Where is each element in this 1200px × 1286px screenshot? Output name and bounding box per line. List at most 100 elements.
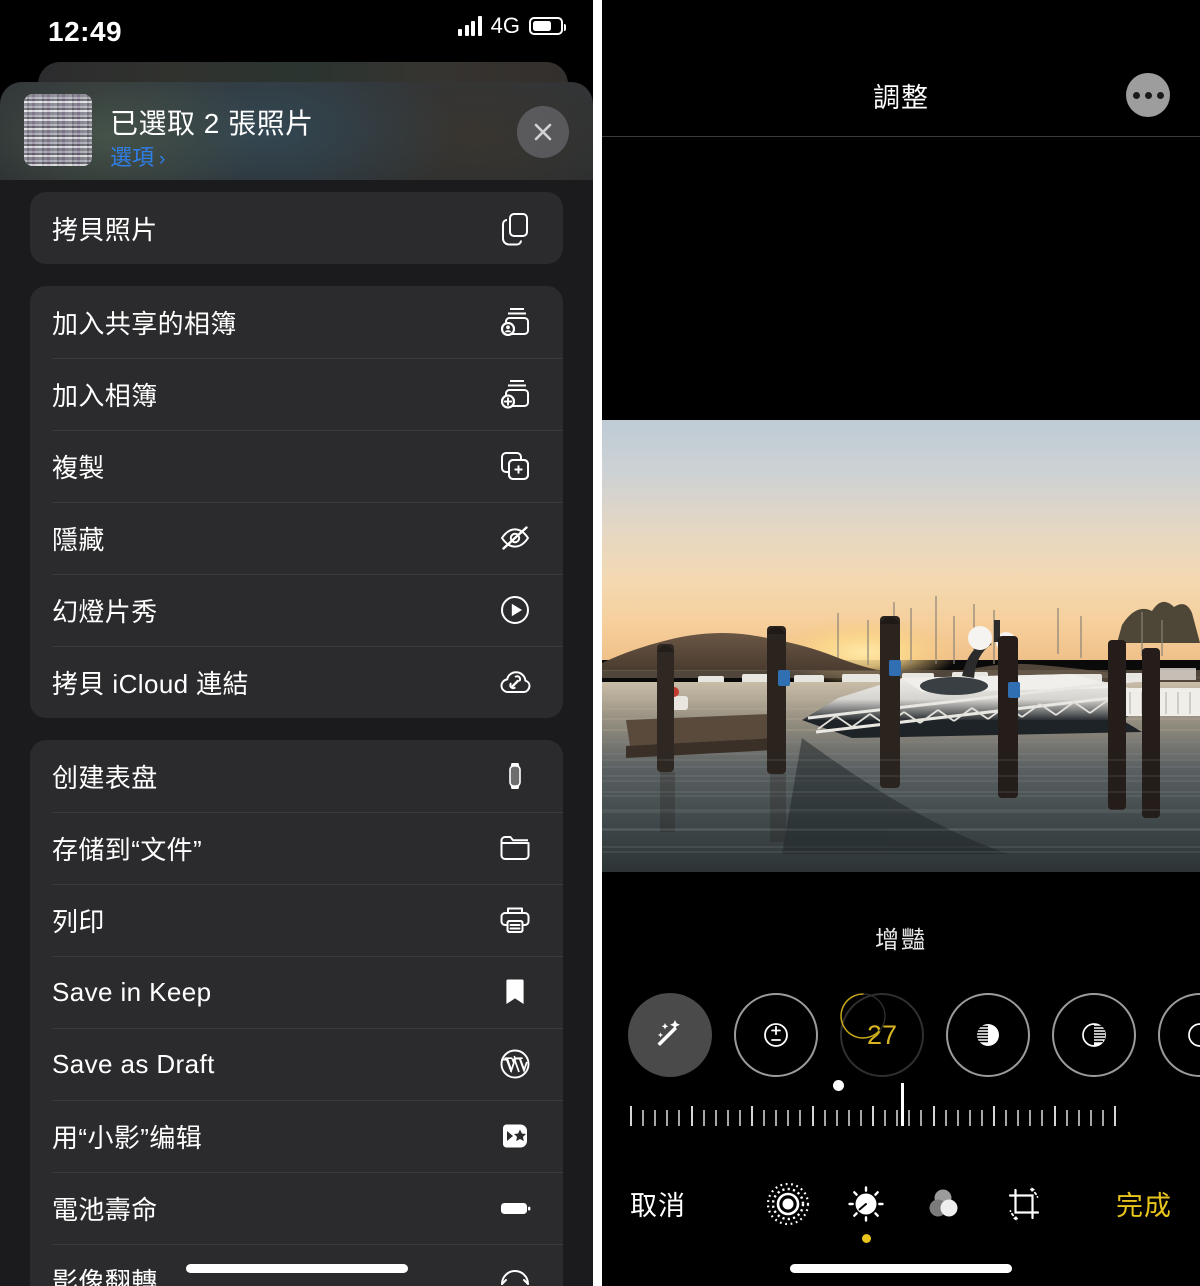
slider-tick <box>751 1106 753 1126</box>
duplicate-icon <box>493 444 537 488</box>
list-item[interactable]: 隱藏 <box>30 502 563 574</box>
auto-enhance-dial[interactable] <box>628 993 712 1077</box>
viva-video-star-icon <box>493 1114 537 1158</box>
list-item[interactable]: 複製 <box>30 430 563 502</box>
slider-tick <box>654 1110 657 1126</box>
filters-button[interactable] <box>920 1178 972 1230</box>
slider-tick <box>1053 1106 1056 1126</box>
home-indicator <box>185 1264 408 1273</box>
page-title: 調整 <box>873 83 929 113</box>
photo-canvas[interactable] <box>602 420 1200 872</box>
shadows-icon <box>1188 1023 1200 1047</box>
list-item[interactable]: 加入共享的相簿 <box>30 286 563 358</box>
slider-tick <box>944 1110 947 1126</box>
image-flip-icon <box>493 1258 537 1286</box>
cellular-bars-icon <box>458 16 482 36</box>
adjust-dial-icon <box>848 1186 884 1222</box>
adjustment-label: 增豔 <box>875 927 927 954</box>
share-sheet-header: 已選取 2 張照片 選項 › <box>0 82 593 180</box>
list-item-label: 创建表盘 <box>52 762 158 793</box>
slider-tick <box>1017 1110 1020 1126</box>
slider-tick <box>775 1110 778 1126</box>
battery-life-icon <box>493 1186 537 1230</box>
editor-toolbar: 取消 完成 <box>602 1170 1200 1243</box>
list-item[interactable]: 用“小影”编辑 <box>30 1100 563 1172</box>
slider-tick <box>884 1110 887 1126</box>
live-photo-button[interactable] <box>762 1178 814 1230</box>
list-item[interactable]: 幻燈片秀 <box>30 574 563 646</box>
list-item-label: 列印 <box>52 906 105 937</box>
slider-tick <box>690 1106 693 1126</box>
apple-watch-face-icon <box>493 754 537 798</box>
magic-wand-icon <box>657 1020 680 1046</box>
list-item-label: 電池壽命 <box>52 1194 158 1225</box>
close-icon <box>534 123 552 141</box>
share-sheet-list: 拷貝照片 加入共享的相簿 加入相簿 複製 隱藏 幻燈片秀 拷貝 iCloud 連… <box>0 180 593 1286</box>
home-indicator <box>790 1264 1012 1273</box>
brilliance-dial[interactable] <box>946 993 1030 1077</box>
slider-tick <box>726 1110 729 1126</box>
slider-tick <box>980 1110 983 1126</box>
slider-tick <box>799 1110 802 1126</box>
shared-album-icon <box>493 300 537 344</box>
more-ellipsis-icon <box>1132 91 1164 99</box>
slider-tick <box>811 1106 814 1126</box>
slider-tick <box>666 1110 669 1126</box>
slider-tick <box>1114 1106 1116 1126</box>
slider-tick <box>835 1110 838 1126</box>
slider-tick <box>920 1110 923 1126</box>
crop-button[interactable] <box>998 1178 1050 1230</box>
cancel-button[interactable]: 取消 <box>630 1184 686 1223</box>
list-item[interactable]: 拷貝 iCloud 連結 <box>30 646 563 718</box>
list-item-label: 存储到“文件” <box>52 834 203 865</box>
share-sheet-options-link[interactable]: 選項 › <box>110 140 165 172</box>
share-sheet-group-3: 创建表盘 存储到“文件” 列印 Save in Keep Save as Dra… <box>30 740 563 1286</box>
slider-tick <box>787 1110 790 1126</box>
list-item-label: 隱藏 <box>52 524 105 555</box>
share-sheet-group-1: 拷貝照片 <box>30 192 563 264</box>
done-button[interactable]: 完成 <box>1116 1184 1172 1223</box>
slider-tick <box>1077 1110 1080 1126</box>
adjustment-dials: 27 <box>602 993 1200 1077</box>
list-item[interactable]: Save in Keep <box>30 956 563 1028</box>
photo-thumbnail[interactable] <box>24 94 92 166</box>
panel-divider <box>593 0 602 1286</box>
close-button[interactable] <box>517 106 569 158</box>
list-item[interactable]: 加入相簿 <box>30 358 563 430</box>
add-to-album-icon <box>493 372 537 416</box>
more-button[interactable] <box>1126 73 1170 117</box>
filters-circles-icon <box>929 1189 958 1217</box>
crop-rotate-icon <box>1008 1187 1040 1221</box>
highlights-dial[interactable] <box>1052 993 1136 1077</box>
list-item[interactable]: 存储到“文件” <box>30 812 563 884</box>
chevron-right-icon: › <box>159 149 166 170</box>
shadows-dial[interactable] <box>1158 993 1200 1077</box>
copy-photo-icon <box>493 206 537 250</box>
list-item-label: 用“小影”编辑 <box>52 1122 203 1153</box>
slider-dot-marker <box>833 1080 844 1091</box>
list-item[interactable]: 列印 <box>30 884 563 956</box>
status-bar-indicators: 4G <box>458 13 566 38</box>
adjust-button[interactable] <box>840 1178 892 1230</box>
slider-cursor[interactable] <box>901 1083 904 1126</box>
exposure-dial[interactable] <box>734 993 818 1077</box>
slider-tick <box>1029 1110 1032 1126</box>
slider-tick <box>956 1110 959 1126</box>
marina-sunset-yacht-photo <box>602 420 1200 872</box>
status-bar-network: 4G <box>490 13 520 38</box>
save-to-files-folder-icon <box>493 826 537 870</box>
list-item[interactable]: 電池壽命 <box>30 1172 563 1244</box>
slider-tick <box>1065 1110 1068 1126</box>
slider-tick <box>1101 1110 1104 1126</box>
list-item-label: 複製 <box>52 452 105 483</box>
vibrance-dial[interactable]: 27 <box>840 993 924 1077</box>
list-item[interactable]: Save as Draft <box>30 1028 563 1100</box>
slider-tick <box>968 1110 971 1126</box>
printer-icon <box>493 898 537 942</box>
live-photo-icon <box>766 1182 810 1226</box>
bookmark-icon <box>493 970 537 1014</box>
list-item[interactable]: 创建表盘 <box>30 740 563 812</box>
right-phone-photo-editor: 調整 增豔 27 取消 完成 <box>602 0 1200 1286</box>
list-item[interactable]: 拷貝照片 <box>30 192 563 264</box>
status-bar-time: 12:49 <box>48 16 123 47</box>
